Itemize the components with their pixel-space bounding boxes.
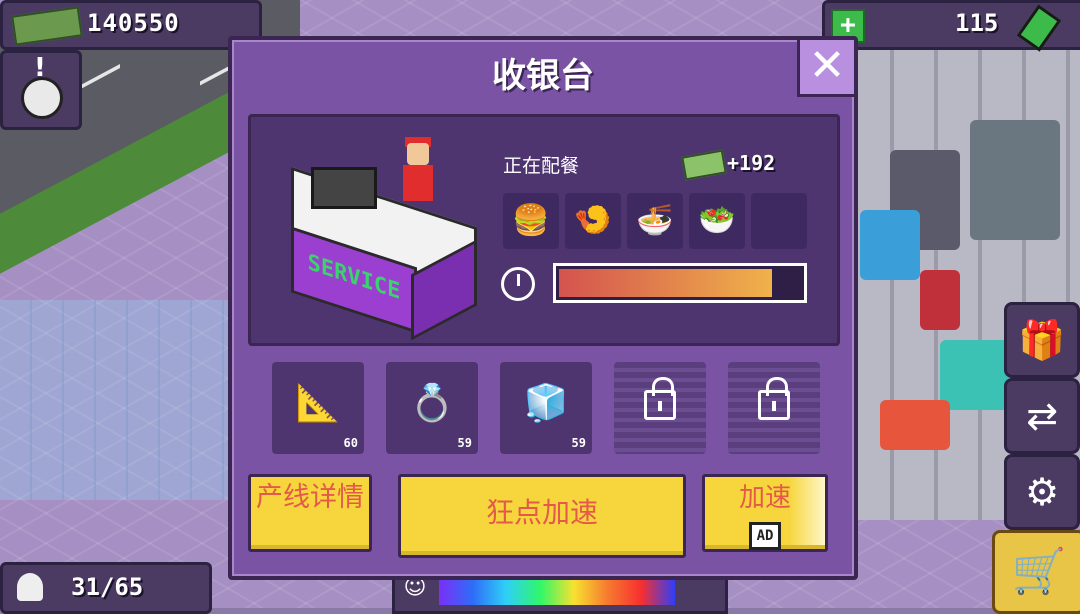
share-button[interactable]: ⇄ <box>1004 378 1080 454</box>
timer-icon <box>501 267 535 301</box>
tap-boost-button[interactable]: 狂点加速 <box>398 474 686 558</box>
money-value: 140550 <box>87 9 180 37</box>
glass-wall <box>0 300 240 500</box>
cash-icon <box>681 149 727 181</box>
energy-counter: + 115 <box>822 0 1080 52</box>
cashier-counter-illustration: SERVICE <box>281 137 481 341</box>
reward-value: +192 <box>727 151 776 175</box>
ad-boost-label: 加速 <box>738 483 791 513</box>
food-slot-noodles: 🍜 <box>627 193 683 249</box>
ruler-icon: 📐 <box>295 383 341 424</box>
jewel-box-icon: 💍 <box>409 383 455 424</box>
sugar-cube-icon: 🧊 <box>523 383 569 424</box>
person-icon <box>17 573 43 601</box>
close-button[interactable]: ✕ <box>797 40 854 97</box>
energy-value: 115 <box>955 9 999 37</box>
cash-icon <box>11 6 83 46</box>
dialog-title: 收银台 <box>492 56 594 96</box>
gear-icon: ⚙ <box>1024 470 1060 514</box>
population-value: 31/65 <box>71 573 144 601</box>
upgrade-slot-sugar-cube[interactable]: 🧊 59 <box>500 362 592 454</box>
item-count: 59 <box>571 436 586 450</box>
cashier-worker <box>401 137 435 217</box>
battery-icon <box>1016 4 1062 52</box>
lock-icon <box>758 377 790 420</box>
population-counter: 31/65 <box>0 562 212 614</box>
cash-register-icon <box>311 167 377 209</box>
food-slot-burger: 🍔 <box>503 193 559 249</box>
status-label: 正在配餐 <box>503 155 580 177</box>
worker-face-icon <box>21 77 63 119</box>
money-counter: 140550 <box>0 0 262 50</box>
shop-button[interactable]: 🛒 <box>992 530 1080 614</box>
food-slot-empty <box>751 193 807 249</box>
share-icon: ⇄ <box>1026 394 1058 438</box>
cashier-dialog: 收银台 ✕ SERVICE 正在配餐 +192 🍔 🍤 🍜 🥗 📐 60 💍 5… <box>228 36 858 580</box>
locked-slot-2[interactable] <box>728 362 820 454</box>
production-details-button[interactable]: 产线详情 <box>248 474 372 552</box>
close-icon: ✕ <box>808 40 846 91</box>
cart-icon: 🛒 <box>1011 546 1067 597</box>
progress-fill <box>559 269 772 297</box>
food-slot-shrimp: 🍤 <box>565 193 621 249</box>
ad-video-icon: AD <box>748 522 782 550</box>
settings-button[interactable]: ⚙ <box>1004 454 1080 530</box>
upgrade-slot-jewel-box[interactable]: 💍 59 <box>386 362 478 454</box>
locked-slot-1[interactable] <box>614 362 706 454</box>
lock-icon <box>644 377 676 420</box>
station-info-panel: SERVICE 正在配餐 +192 🍔 🍤 🍜 🥗 <box>248 114 840 346</box>
alert-button[interactable]: ! <box>0 50 82 130</box>
ad-boost-button[interactable]: 加速 AD <box>702 474 828 552</box>
gift-icon: 🎁 <box>1018 318 1066 362</box>
progress-bar <box>553 263 807 303</box>
gift-button[interactable]: 🎁 <box>1004 302 1080 378</box>
item-count: 60 <box>343 436 358 450</box>
upgrade-slot-ruler[interactable]: 📐 60 <box>272 362 364 454</box>
item-count: 59 <box>457 436 472 450</box>
food-slot-salad: 🥗 <box>689 193 745 249</box>
